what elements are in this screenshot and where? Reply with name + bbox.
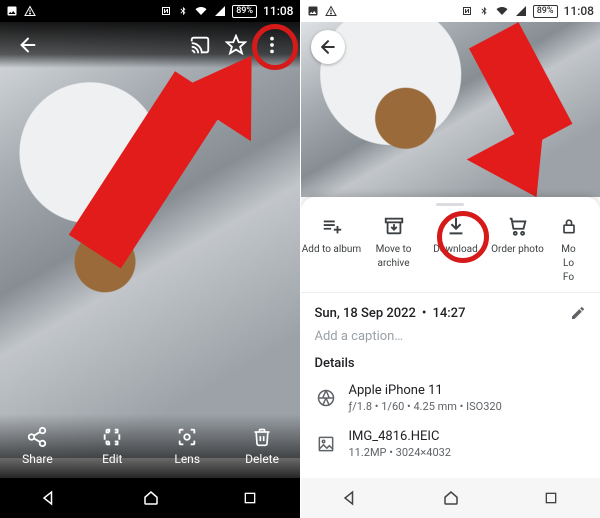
- back-button[interactable]: [311, 30, 345, 64]
- delete-button[interactable]: Delete: [225, 414, 300, 478]
- cast-button[interactable]: [182, 27, 218, 63]
- warning-icon: [24, 5, 36, 17]
- edit-datetime-button[interactable]: [570, 305, 586, 321]
- picture-icon: [6, 5, 18, 17]
- add-to-album-label: Add to album: [302, 244, 361, 256]
- file-detail-row: IMG_4816.HEIC 11.2MP • 3024×4032: [301, 421, 600, 467]
- overflow-label-3: Fo: [563, 272, 574, 284]
- delete-label: Delete: [245, 452, 279, 466]
- nfc-icon: [160, 5, 172, 17]
- lens-button[interactable]: Lens: [150, 414, 225, 478]
- exif-text: ƒ/1.8 • 1/60 • 4.25 mm • ISO320: [349, 400, 502, 413]
- sheet-drag-handle[interactable]: [436, 203, 464, 206]
- right-screenshot: 89% 11:08 Add to album Move to archi: [301, 0, 600, 518]
- order-photo-label: Order photo: [491, 244, 544, 256]
- archive-label-1: Move to: [376, 244, 412, 256]
- caption-input[interactable]: Add a caption…: [315, 329, 587, 344]
- wifi-icon: [194, 5, 208, 17]
- nav-back-button[interactable]: [41, 489, 59, 507]
- lock-icon: [557, 214, 581, 238]
- overflow-action-button[interactable]: Mo Lo Fo: [549, 214, 589, 284]
- photo-preview: [301, 22, 600, 197]
- share-label: Share: [22, 452, 53, 466]
- details-heading: Details: [301, 344, 600, 375]
- nav-recents-button[interactable]: [242, 490, 258, 506]
- dot-separator: •: [422, 306, 427, 321]
- device-name: Apple iPhone 11: [349, 383, 502, 398]
- clock-text: 11:08: [564, 4, 594, 18]
- nav-home-button[interactable]: [442, 489, 460, 507]
- battery-indicator: 89%: [232, 5, 257, 18]
- edit-label: Edit: [102, 452, 122, 466]
- battery-indicator: 89%: [533, 5, 558, 18]
- photo-metadata: Sun, 18 Sep 2022 • 14:27 Add a caption…: [301, 295, 600, 344]
- overflow-label-2: Lo: [563, 258, 574, 270]
- cart-icon: [506, 214, 530, 238]
- favorite-button[interactable]: [218, 27, 254, 63]
- photo-viewer-image: [0, 22, 300, 458]
- device-detail-row: Apple iPhone 11 ƒ/1.8 • 1/60 • 4.25 mm •…: [301, 375, 600, 421]
- overflow-label-1: Mo: [561, 244, 575, 256]
- camera-aperture-icon: [315, 387, 337, 409]
- archive-label-2: archive: [378, 258, 410, 270]
- options-bottom-sheet: Add to album Move to archive Download O: [301, 197, 600, 478]
- more-options-button[interactable]: [254, 27, 290, 63]
- image-file-icon: [315, 433, 337, 455]
- playlist-add-icon: [320, 214, 344, 238]
- system-nav-bar: [301, 478, 600, 518]
- picture-icon: [307, 5, 319, 17]
- bluetooth-icon: [178, 5, 188, 17]
- download-label: Download: [433, 244, 478, 256]
- sheet-actions-row: Add to album Move to archive Download O: [301, 210, 600, 290]
- nav-home-button[interactable]: [142, 489, 160, 507]
- share-button[interactable]: Share: [0, 414, 75, 478]
- photo-time: 14:27: [432, 306, 465, 321]
- download-button[interactable]: Download: [425, 214, 487, 284]
- left-screenshot: 89% 11:08 Share Edit: [0, 0, 301, 518]
- nfc-icon: [461, 5, 473, 17]
- signal-icon: [515, 5, 527, 17]
- wifi-icon: [495, 5, 509, 17]
- order-photo-button[interactable]: Order photo: [487, 214, 549, 284]
- viewer-bottom-bar: Share Edit Lens Delete: [0, 414, 300, 478]
- back-button[interactable]: [10, 27, 46, 63]
- warning-icon: [325, 5, 337, 17]
- viewer-top-bar: [0, 22, 300, 68]
- move-to-archive-button[interactable]: Move to archive: [363, 214, 425, 284]
- signal-icon: [214, 5, 226, 17]
- archive-icon: [382, 214, 406, 238]
- photo-date: Sun, 18 Sep 2022: [315, 306, 416, 321]
- bluetooth-icon: [479, 5, 489, 17]
- file-meta: 11.2MP • 3024×4032: [349, 446, 452, 459]
- status-bar: 89% 11:08: [0, 0, 300, 22]
- download-icon: [444, 214, 468, 238]
- file-name: IMG_4816.HEIC: [349, 429, 452, 444]
- edit-button[interactable]: Edit: [75, 414, 150, 478]
- system-nav-bar: [0, 478, 300, 518]
- add-to-album-button[interactable]: Add to album: [301, 214, 363, 284]
- lens-label: Lens: [174, 452, 200, 466]
- status-bar: 89% 11:08: [301, 0, 600, 22]
- clock-text: 11:08: [263, 4, 293, 18]
- nav-recents-button[interactable]: [543, 490, 559, 506]
- nav-back-button[interactable]: [342, 489, 360, 507]
